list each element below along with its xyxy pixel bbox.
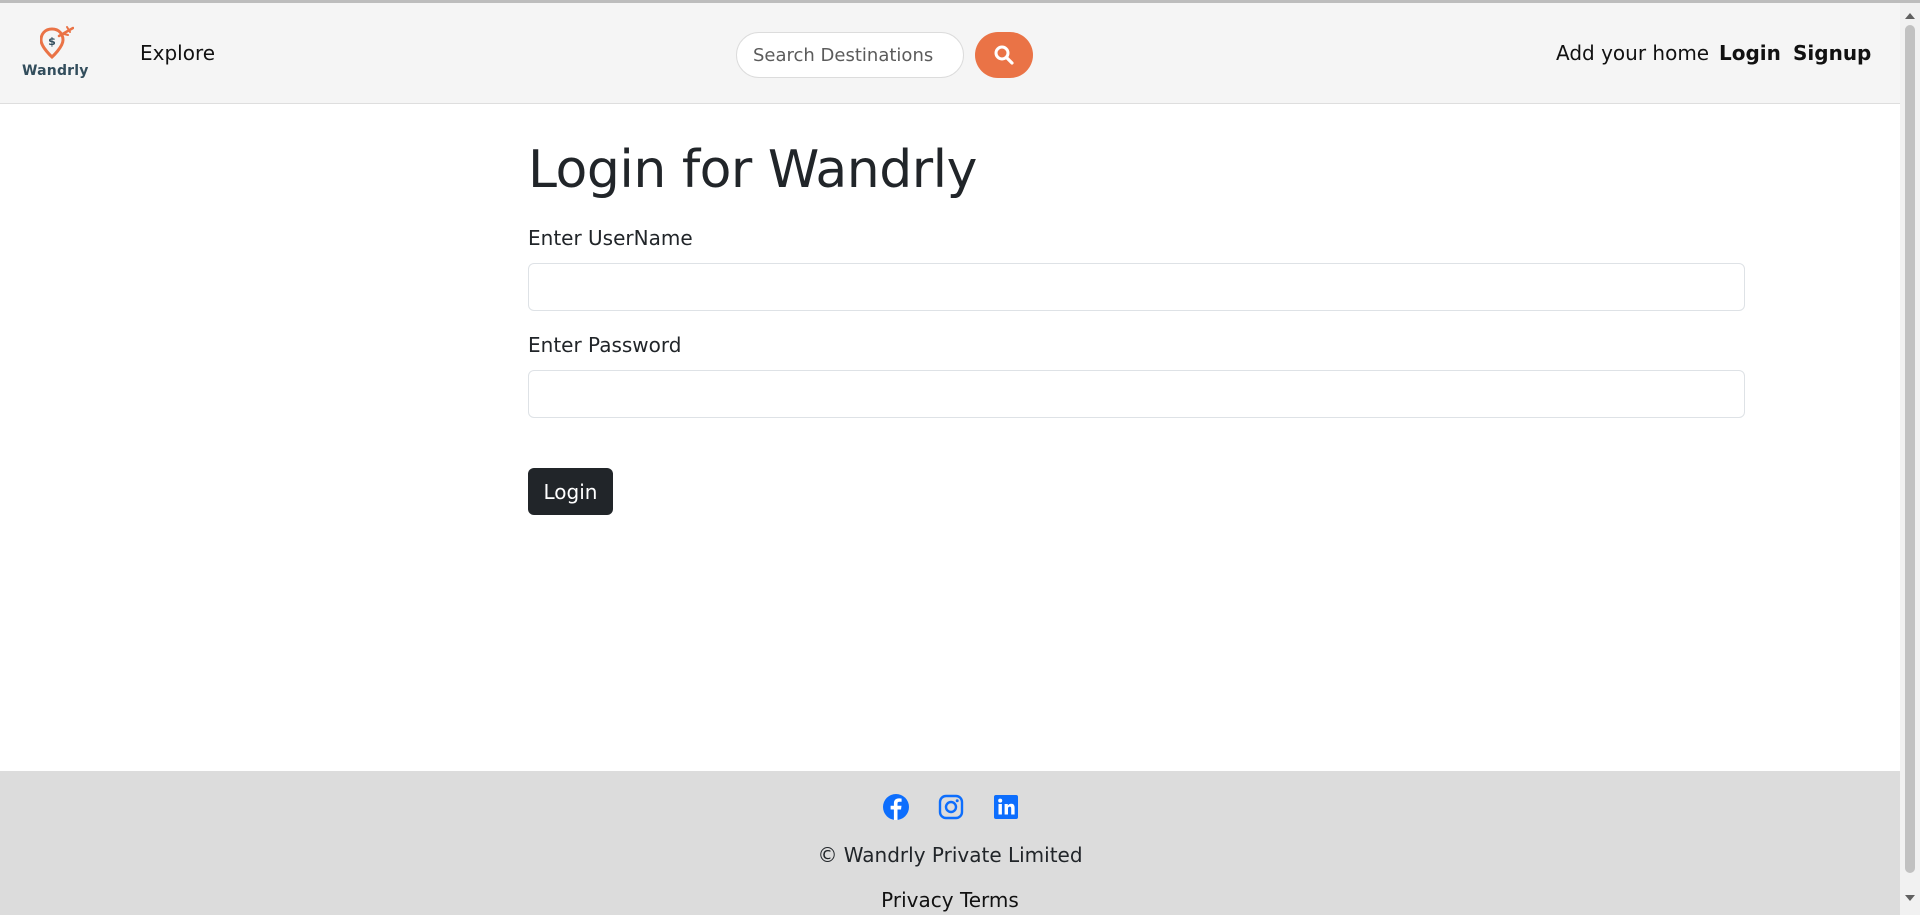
nav-explore-link[interactable]: Explore: [140, 41, 215, 65]
facebook-icon: [883, 794, 909, 820]
footer-links: Privacy Terms: [0, 888, 1900, 912]
page-scrollbar[interactable]: [1900, 3, 1920, 915]
instagram-icon: [938, 794, 964, 820]
nav-add-home-link[interactable]: Add your home: [1556, 41, 1709, 65]
password-input[interactable]: [528, 370, 1745, 418]
svg-text:$: $: [48, 35, 56, 48]
linkedin-icon: [994, 795, 1018, 819]
search-button[interactable]: [975, 32, 1033, 78]
facebook-link[interactable]: [882, 793, 910, 821]
username-label: Enter UserName: [528, 226, 693, 250]
brand-name: Wandrly: [22, 63, 89, 79]
linkedin-link[interactable]: [992, 793, 1020, 821]
password-label: Enter Password: [528, 333, 682, 357]
scroll-up-arrow-icon[interactable]: [1905, 13, 1915, 19]
login-submit-button[interactable]: Login: [528, 468, 613, 515]
nav-login-link[interactable]: Login: [1719, 41, 1781, 65]
instagram-link[interactable]: [937, 793, 965, 821]
search-input[interactable]: [736, 32, 964, 78]
copyright-text: © Wandrly Private Limited: [817, 843, 1083, 867]
privacy-link[interactable]: Privacy: [881, 888, 953, 912]
page-title: Login for Wandrly: [528, 140, 977, 200]
footer: © Wandrly Private Limited Privacy Terms: [0, 771, 1900, 915]
scrollbar-thumb[interactable]: [1905, 25, 1915, 873]
brand-logo[interactable]: $ Wandrly: [22, 25, 88, 85]
search-icon: [994, 45, 1014, 65]
navbar: $ Wandrly Explore Add your home Login Si…: [0, 3, 1900, 104]
nav-signup-link[interactable]: Signup: [1793, 41, 1871, 65]
location-plane-icon: $: [40, 26, 74, 60]
scroll-down-arrow-icon[interactable]: [1905, 895, 1915, 901]
username-input[interactable]: [528, 263, 1745, 311]
terms-link[interactable]: Terms: [960, 888, 1019, 912]
